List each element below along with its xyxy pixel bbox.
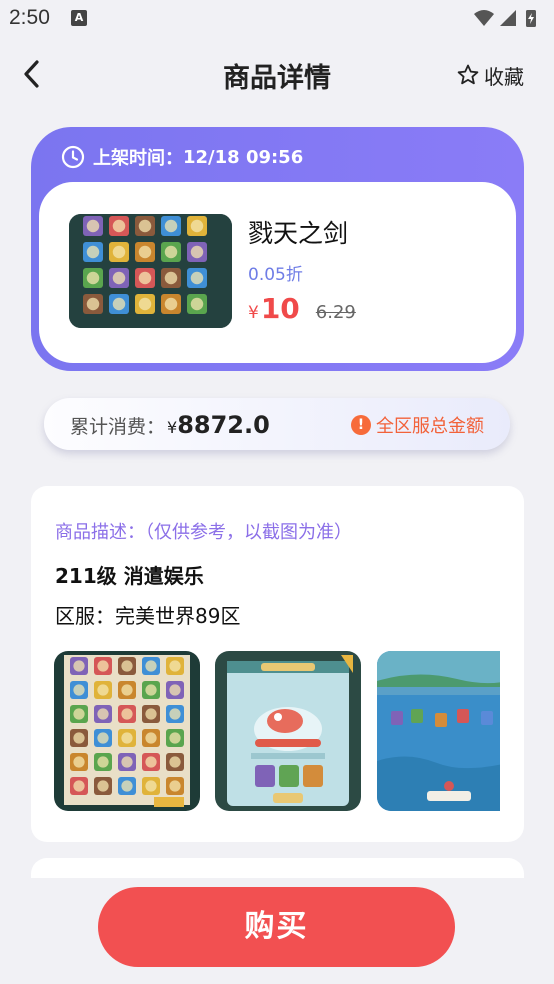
screenshot-gallery[interactable] [54,651,500,811]
favorite-button[interactable]: 收藏 [456,60,524,90]
server-total-label: 全区服总金额 [376,416,484,437]
star-icon [457,64,479,85]
screenshot-thumbnail[interactable] [377,651,500,811]
product-thumbnail [69,214,232,328]
original-price: 6.29 [315,302,356,323]
inventory-screenshot-image [54,651,200,811]
total-spend: 累计消费： ¥8872.0 [70,411,270,439]
screenshot-thumbnail[interactable] [215,651,361,811]
discount-label: 0.05折 [248,265,303,285]
total-spend-currency: ¥ [167,418,178,437]
buy-button[interactable]: 购买 [98,887,455,967]
navigation-header: 商品详情 收藏 [0,44,554,104]
description-server: 区服：完美世界89区 [55,604,241,628]
app-notification-icon: A [71,10,87,26]
price-value: 10 [260,292,300,325]
description-card: 商品描述：（仅供参考，以截图为准） 211级 消遣娱乐 区服：完美世界89区 [31,486,524,842]
listing-card: 上架时间： 12/18 09:56 戮天之剑 0.05折 ¥ 10 6.29 [31,127,524,371]
description-title: 商品描述：（仅供参考，以截图为准） [55,522,352,543]
next-section-card [31,858,524,878]
favorite-label: 收藏 [484,64,524,89]
total-spend-value: 8872.0 [177,411,270,439]
total-spend-bar: 累计消费： ¥8872.0 ! 全区服总金额 [44,398,510,450]
server-total-info-button[interactable]: ! 全区服总金额 [351,412,484,438]
status-bar: 2:50 A [0,0,554,36]
listing-time-value: 12/18 09:56 [183,146,304,168]
description-level: 211级 消遣娱乐 [55,564,204,588]
battle-screenshot-image [377,651,500,811]
clock-icon [61,145,85,169]
screen: 2:50 A 商品详情 收藏 上架时间： 12/18 09:56 戮天之剑 0.… [0,0,554,984]
product-name: 戮天之剑 [248,219,349,248]
system-status-icons [474,10,536,27]
price-row: ¥ 10 6.29 [248,292,356,325]
status-time: 2:50 [9,6,50,29]
wifi-icon [474,10,494,26]
summon-screenshot-image [215,651,361,811]
alert-icon: ! [351,415,371,435]
signal-icon [500,10,516,26]
listing-time: 上架时间： 12/18 09:56 [61,143,303,171]
screenshot-thumbnail[interactable] [54,651,200,811]
price-currency: ¥ [248,303,259,323]
inventory-grid-image [69,214,232,328]
listing-time-label: 上架时间： [93,148,183,169]
product-summary: 戮天之剑 0.05折 ¥ 10 6.29 [39,182,516,363]
total-spend-label: 累计消费： [70,416,166,438]
